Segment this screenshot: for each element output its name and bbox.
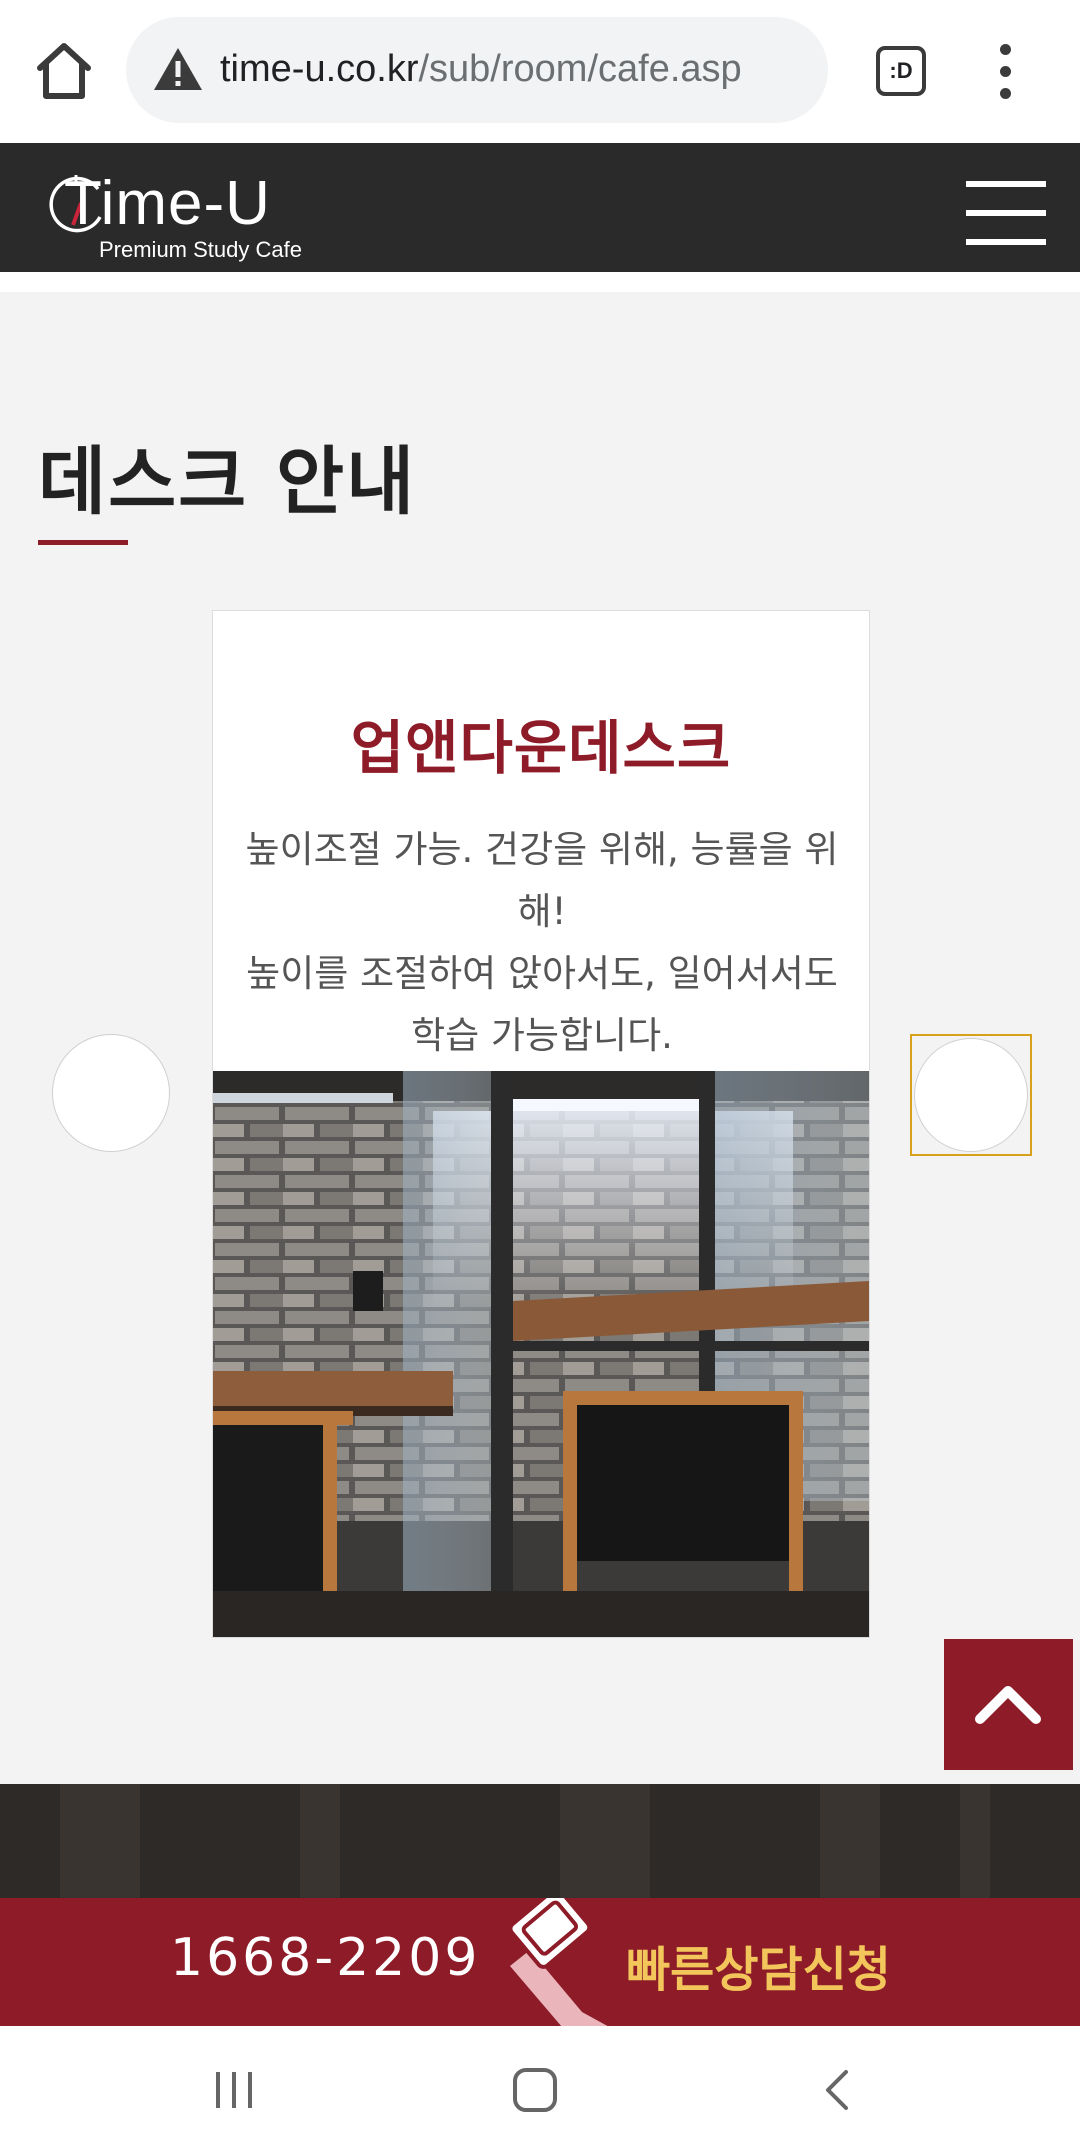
desk-slide-card: 업앤다운데스크 높이조절 가능. 건강을 위해, 능률을 위해! 높이를 조절하… <box>212 610 870 1638</box>
consult-pen-icon <box>450 1898 650 2026</box>
desk-description-line: 높이조절 가능. 건강을 위해, 능률을 위해! <box>245 828 839 933</box>
footer-banner-image <box>0 1784 1080 1898</box>
quick-consult-button[interactable]: 빠른상담신청 <box>626 1930 891 2000</box>
desk-description-line: 높이를 조절하여 앉아서도, 일어서서도 학습 가능합니다. <box>246 952 838 1057</box>
site-logo[interactable]: Time-U Premium Study Cafe <box>44 169 324 267</box>
header-divider <box>0 272 1080 292</box>
desk-photo <box>213 1071 869 1637</box>
browser-toolbar: time-u.co.kr/sub/room/cafe.asp :D <box>0 0 1080 143</box>
slider-next-button[interactable] <box>914 1038 1028 1152</box>
url-path: /sub/room/cafe.asp <box>418 48 742 90</box>
phone-call-link[interactable]: 1668-2209 <box>170 1928 480 1988</box>
desk-info-section: 데스크 안내 업앤다운데스크 높이조절 가능. 건강을 위해, 능률을 위해! … <box>0 292 1080 1784</box>
tab-switcher-button[interactable]: :D <box>876 46 926 96</box>
site-header: Time-U Premium Study Cafe <box>0 143 1080 272</box>
chevron-up-icon <box>975 1686 1041 1724</box>
address-bar[interactable]: time-u.co.kr/sub/room/cafe.asp <box>126 17 828 123</box>
desk-title: 업앤다운데스크 <box>350 714 732 782</box>
scroll-to-top-button[interactable] <box>944 1639 1073 1770</box>
page-title: 데스크 안내 <box>38 439 417 525</box>
hamburger-menu-icon[interactable] <box>966 181 1046 245</box>
home-icon[interactable] <box>28 38 100 104</box>
logo-tagline: Premium Study Cafe <box>99 237 302 262</box>
url-text[interactable]: time-u.co.kr/sub/room/cafe.asp <box>220 43 742 95</box>
system-navigation-bar <box>0 2026 1080 2153</box>
browser-menu-icon[interactable] <box>990 44 1020 100</box>
home-nav-icon[interactable] <box>510 2066 560 2114</box>
url-host: time-u.co.kr <box>220 48 419 90</box>
slider-next-focus-ring <box>910 1034 1032 1156</box>
back-nav-icon[interactable] <box>818 2066 858 2114</box>
quick-consult-bar: 1668-2209 빠른상담신청 <box>0 1898 1080 2026</box>
title-underline <box>38 540 128 545</box>
logo-wordmark: Time-U <box>64 169 271 238</box>
not-secure-warning-icon[interactable] <box>152 45 204 93</box>
desk-description: 높이조절 가능. 건강을 위해, 능률을 위해! 높이를 조절하여 앉아서도, … <box>227 819 857 1067</box>
slider-prev-button[interactable] <box>52 1034 170 1152</box>
recent-apps-icon[interactable] <box>210 2068 260 2112</box>
